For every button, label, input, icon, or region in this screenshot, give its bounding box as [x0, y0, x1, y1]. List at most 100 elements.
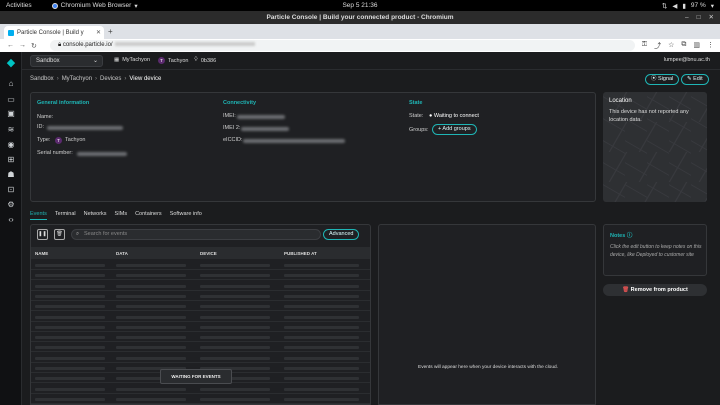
reload-icon[interactable]: ↻	[31, 42, 37, 50]
tab-events[interactable]: Events	[30, 211, 47, 220]
system-tray[interactable]: ⇅ ◀ ▮ 97 % ▾	[662, 2, 714, 10]
add-groups-button[interactable]: + Add groups	[432, 124, 477, 135]
col-published-at[interactable]: PUBLISHED AT	[284, 251, 317, 256]
battery-level: 97 %	[690, 2, 706, 9]
org-select[interactable]: Sandbox ⌄	[30, 55, 103, 67]
breadcrumb: Sandbox › MyTachyon › Devices › View dev…	[30, 76, 161, 82]
notes-card: Notes ⓘ Click the edit button to keep no…	[603, 224, 707, 276]
window-title-bar: Particle Console | Build your connected …	[0, 11, 720, 24]
trash-icon[interactable]: 🗑︎	[54, 229, 65, 240]
device-type-badge: T	[158, 57, 165, 64]
app-menu[interactable]: Chromium Web Browser ▾	[51, 2, 138, 10]
events-panel: ❚❚ 🗑︎ ⌕ Search for events Advanced NAME …	[30, 224, 371, 405]
table-row-placeholder	[31, 342, 370, 353]
network-icon: ⇅	[661, 2, 668, 10]
tab-containers[interactable]: Containers	[135, 211, 162, 220]
bookmark-star-icon[interactable]: ☆	[668, 41, 674, 51]
build-link[interactable]: 💡︎ 0b386	[194, 57, 216, 64]
advanced-button[interactable]: Advanced	[323, 229, 360, 240]
edit-icon: ✎	[687, 76, 692, 82]
extensions-icon[interactable]: ⧉	[681, 41, 686, 51]
state-label: State:	[409, 113, 424, 119]
info-icon[interactable]: ⓘ	[627, 233, 633, 239]
new-tab-icon[interactable]: +	[108, 27, 113, 36]
activities-button[interactable]: Activities	[6, 2, 32, 9]
close-icon[interactable]: ✕	[709, 11, 714, 24]
address-row: ← → ↻ 🔒︎ console.particle.io/ ⚿ ⤴ ☆ ⧉ ▥ …	[0, 39, 720, 52]
table-row-placeholder	[31, 281, 370, 291]
product-grid-icon: ▦	[114, 57, 120, 63]
sidepanel-icon[interactable]: ▥	[693, 41, 700, 51]
share-icon[interactable]: ⤴	[654, 41, 661, 51]
forward-icon[interactable]: →	[19, 42, 26, 49]
edit-label: Edit	[693, 76, 703, 82]
bulb-icon: 💡︎	[194, 57, 198, 63]
serial-redacted	[77, 152, 127, 156]
notes-title-text: Notes	[610, 233, 626, 239]
notes-body: Click the edit button to keep notes on t…	[610, 244, 702, 258]
event-search-input[interactable]: ⌕ Search for events	[71, 229, 321, 240]
url-bar[interactable]: 🔒︎ console.particle.io/	[50, 40, 635, 51]
apps-icon[interactable]: ⊡	[5, 185, 17, 195]
imei2-label: IMEI 2:	[223, 125, 241, 131]
table-row-placeholder	[31, 384, 370, 394]
tab-software-info[interactable]: Software info	[170, 211, 202, 220]
search-placeholder: Search for events	[84, 231, 128, 237]
tab-close-icon[interactable]: ✕	[96, 29, 101, 36]
type-badge: T	[55, 137, 62, 144]
maximize-icon[interactable]: □	[697, 11, 701, 24]
settings-icon[interactable]: ⚙	[5, 200, 17, 210]
remove-label: Remove from product	[630, 287, 688, 293]
breadcrumb-product[interactable]: MyTachyon	[62, 76, 92, 82]
battery-icon: ▮	[682, 2, 686, 10]
status-dot-icon: ●	[429, 113, 433, 119]
pause-icon[interactable]: ❚❚	[37, 229, 48, 240]
key-icon[interactable]: ⚿	[642, 41, 647, 51]
id-label: ID:	[37, 124, 45, 130]
col-name[interactable]: NAME	[35, 251, 48, 256]
lock-icon: 🔒︎	[58, 42, 62, 48]
signal-button[interactable]: ⦿ Signal	[645, 74, 680, 85]
table-row-placeholder	[31, 353, 370, 363]
back-icon[interactable]: ←	[7, 42, 14, 49]
app-name: Chromium Web Browser	[60, 2, 132, 9]
breadcrumb-separator: ›	[124, 76, 127, 82]
home-icon[interactable]: ⌂	[5, 79, 17, 89]
tab-networks[interactable]: Networks	[84, 211, 107, 220]
table-row-placeholder	[31, 270, 370, 281]
product-link[interactable]: ▦ MyTachyon	[114, 57, 150, 63]
tab-terminal[interactable]: Terminal	[55, 211, 76, 220]
tab-sims[interactable]: SIMs	[115, 211, 128, 220]
browser-tab[interactable]: Particle Console | Build y ✕	[4, 26, 104, 39]
device-id-redacted	[47, 126, 123, 130]
device-type-link[interactable]: T Tachyon	[158, 57, 189, 64]
chromium-icon	[51, 2, 58, 9]
col-device[interactable]: DEVICE	[200, 251, 217, 256]
terminal-icon[interactable]: ▭	[5, 95, 17, 105]
menu-dots-icon[interactable]: ⋮	[707, 41, 714, 51]
trash-icon: 🗑︎	[622, 287, 630, 293]
integrations-icon[interactable]: ⊞	[5, 155, 17, 165]
location-message: This device has not reported any locatio…	[609, 109, 689, 123]
device-info-card: General information Name: ID: Type: T Ta…	[30, 92, 596, 202]
user-email[interactable]: lumpee@bnu.ac.th	[664, 57, 710, 63]
particle-logo-icon[interactable]: ◆	[5, 58, 17, 69]
stack-icon[interactable]: ≋	[5, 125, 17, 135]
table-row-placeholder	[31, 312, 370, 322]
minimize-icon[interactable]: –	[685, 11, 689, 24]
devices-icon[interactable]: ▣	[5, 109, 17, 119]
chevron-down-icon: ⌄	[92, 58, 98, 64]
team-icon[interactable]: ☗	[5, 170, 17, 180]
os-top-bar: Activities Chromium Web Browser ▾ Sep 5 …	[0, 0, 720, 11]
remove-from-product-button[interactable]: 🗑︎ Remove from product	[603, 284, 707, 296]
code-icon[interactable]: ‹›	[5, 215, 17, 225]
location-icon[interactable]: ◉	[5, 140, 17, 150]
edit-button[interactable]: ✎ Edit	[681, 74, 709, 85]
breadcrumb-devices[interactable]: Devices	[100, 76, 121, 82]
state-title: State	[409, 100, 423, 106]
events-table-header: NAME DATA DEVICE PUBLISHED AT	[31, 247, 370, 259]
breadcrumb-sandbox[interactable]: Sandbox	[30, 76, 54, 82]
state-text: Waiting to connect	[433, 113, 479, 119]
table-row-placeholder	[31, 301, 370, 312]
col-data[interactable]: DATA	[116, 251, 128, 256]
